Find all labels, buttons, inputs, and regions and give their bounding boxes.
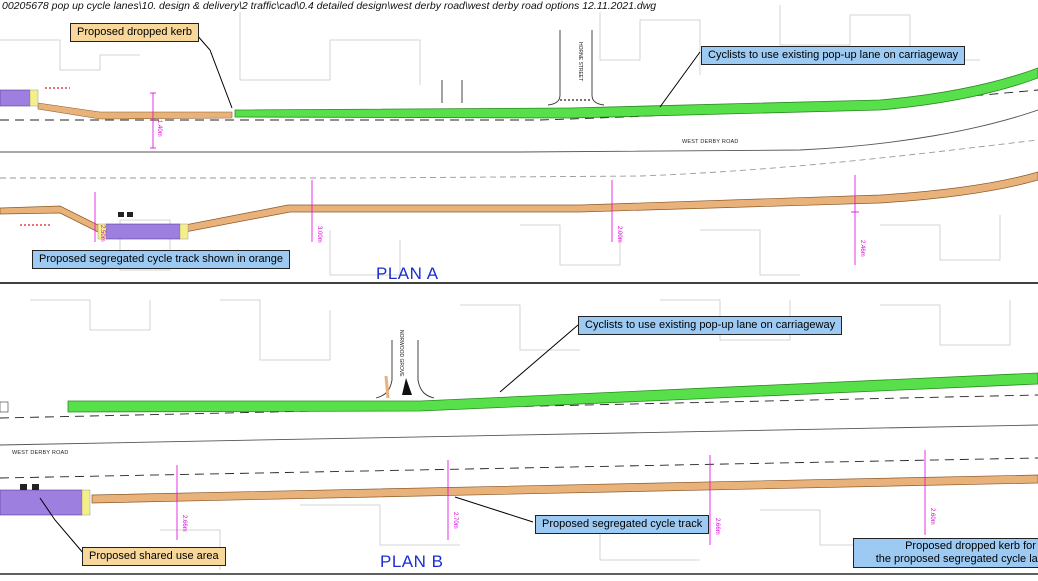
svg-text:2.66m: 2.66m	[714, 518, 720, 535]
svg-text:2.66m: 2.66m	[181, 515, 187, 532]
callout-dropped-kerb-a: Proposed dropped kerb	[70, 23, 199, 42]
callout-segregated-b: Proposed segregated cycle track	[535, 515, 710, 534]
plan-a-title: PLAN A	[376, 264, 439, 283]
svg-text:2.70m: 2.70m	[452, 512, 458, 529]
plan-a-yellow-kerb-top	[29, 89, 39, 107]
svg-text:2.00m: 2.00m	[616, 226, 622, 243]
plan-a-segregated-track	[0, 171, 1038, 233]
callout-existing-lane-a: Cyclists to use existing pop-up lane on …	[701, 46, 966, 65]
callout-existing-lane-b: Cyclists to use existing pop-up lane on …	[578, 316, 843, 335]
plan-a-purple-area-bottom	[105, 223, 181, 240]
plan-b-green-lane	[67, 372, 1038, 413]
plan-b-yellow-kerb	[81, 489, 91, 516]
drawing-file-path: 00205678 pop up cycle lanes\10. design &…	[0, 0, 659, 12]
callout-dropped-kerb-b-line1: Proposed dropped kerb for cy	[905, 540, 1038, 552]
plan-b-segregated-track	[91, 474, 1038, 504]
plan-a-green-lane	[234, 67, 1038, 119]
side-street-a: HORNE STREET	[577, 42, 583, 82]
side-street-b: NORWOOD GROVE	[398, 330, 404, 377]
callout-shared-use-b: Proposed shared use area	[82, 547, 226, 566]
plan-a-orange-path-top	[37, 102, 233, 120]
plan-b-title: PLAN B	[380, 552, 444, 571]
drawing-canvas: 1.40m 2.50m 3.00m 2.00m 2.46m 2.66m 2.70…	[0, 0, 1038, 576]
callout-dropped-kerb-b: Proposed dropped kerb for cy the propose…	[853, 538, 1038, 568]
plan-b-shared-use-area	[0, 489, 83, 516]
svg-text:3.00m: 3.00m	[316, 226, 322, 243]
plan-a-yellow-kerb-bottom-right	[179, 223, 189, 240]
svg-text:2.50m: 2.50m	[99, 225, 105, 242]
svg-text:2.60m: 2.60m	[929, 508, 935, 525]
svg-text:2.46m: 2.46m	[859, 240, 865, 257]
callout-segregated-orange-a: Proposed segregated cycle track shown in…	[32, 250, 290, 269]
plan-a-purple-area-top	[0, 89, 31, 107]
plan-drawing: 1.40m 2.50m 3.00m 2.00m 2.46m 2.66m 2.70…	[0, 5, 1038, 575]
plan-a-dimensions	[94, 92, 859, 265]
svg-text:1.40m: 1.40m	[156, 120, 162, 137]
callout-dropped-kerb-b-line2: the proposed segregated cycle lane	[875, 553, 1038, 565]
road-name-b: WEST DERBY ROAD	[12, 450, 69, 456]
road-name-a: WEST DERBY ROAD	[682, 139, 739, 145]
